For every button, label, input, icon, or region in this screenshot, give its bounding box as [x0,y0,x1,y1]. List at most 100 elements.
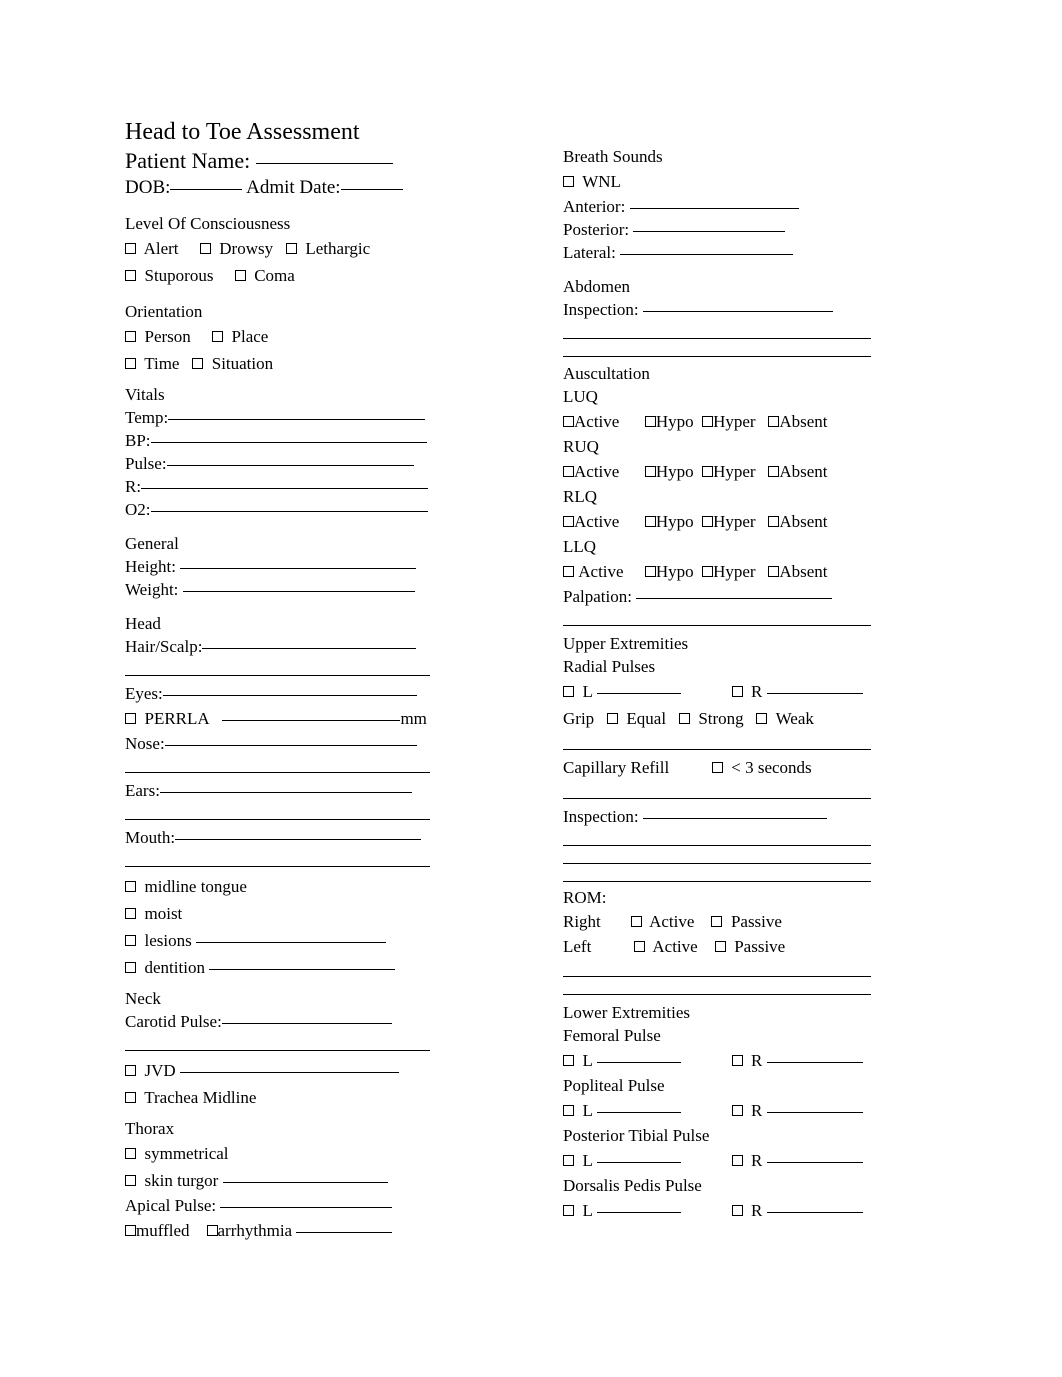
checkbox-posterior-tibial-left[interactable] [563,1155,574,1166]
checkbox-rlq-hyper[interactable] [702,516,714,527]
anterior-input[interactable] [629,208,799,209]
temp-input[interactable] [168,419,426,420]
checkbox-femoral-right[interactable] [731,1055,743,1066]
checkbox-time[interactable] [125,358,136,369]
dorsalis-pedis-left-input[interactable] [596,1212,681,1213]
patient-name-input[interactable] [255,163,393,164]
apical-pulse-input[interactable] [220,1207,393,1208]
popliteal-right-input[interactable] [766,1112,863,1113]
checkbox-ruq-absent[interactable] [768,466,780,477]
ears-input[interactable] [159,792,412,793]
checkbox-jvd[interactable] [125,1065,136,1076]
femoral-right-input[interactable] [766,1062,863,1063]
checkbox-trachea-midline[interactable] [125,1092,136,1103]
pulse-input[interactable] [166,465,414,466]
radial-pulse-right-input[interactable] [766,693,863,694]
hair-scalp-input[interactable] [202,648,417,649]
checkbox-grip-strong[interactable] [678,713,690,724]
checkbox-alert[interactable] [125,243,136,254]
label-jvd: JVD [144,1061,176,1080]
o2-label: O2: [125,500,151,519]
jvd-input[interactable] [179,1072,399,1073]
checkbox-dorsalis-pedis-left[interactable] [563,1205,574,1216]
posterior-tibial-right-input[interactable] [766,1162,863,1163]
lateral-input[interactable] [620,254,794,255]
arrhythmia-input[interactable] [296,1232,393,1233]
checkbox-lesions[interactable] [125,935,136,946]
carotid-pulse-input[interactable] [221,1023,392,1024]
checkbox-wnl[interactable] [563,176,574,187]
weight-input[interactable] [182,591,415,592]
checkbox-rlq-absent[interactable] [768,516,780,527]
checkbox-radial-pulse-left[interactable] [563,686,574,697]
admit-date-label: Admit Date: [246,177,341,198]
label-luq-hyper: Hyper [713,412,756,431]
checkbox-moist[interactable] [125,908,136,919]
checkbox-midline-tongue[interactable] [125,881,136,892]
mouth-input[interactable] [175,839,422,840]
checkbox-perrla[interactable] [125,713,136,724]
checkbox-drowsy[interactable] [199,243,211,254]
checkbox-symmetrical[interactable] [125,1148,136,1159]
checkbox-situation[interactable] [192,358,204,369]
checkbox-ruq-hypo[interactable] [644,466,656,477]
nose-input[interactable] [164,745,417,746]
checkbox-stuporous[interactable] [125,270,136,281]
checkbox-capillary-refill[interactable] [711,762,723,773]
checkbox-llq-hypo[interactable] [644,566,656,577]
ue-inspection-input[interactable] [642,818,827,819]
checkbox-llq-hyper[interactable] [702,566,714,577]
radial-pulse-left-input[interactable] [596,693,681,694]
checkbox-rom-right-active[interactable] [630,916,642,927]
dentition-input[interactable] [209,969,396,970]
checkbox-muffled[interactable] [125,1225,136,1236]
bp-input[interactable] [150,442,427,443]
perrla-mm-input[interactable] [222,720,401,721]
checkbox-grip-weak[interactable] [756,713,768,724]
o2-input[interactable] [150,511,428,512]
checkbox-arrhythmia[interactable] [206,1225,218,1236]
checkbox-rlq-hypo[interactable] [644,516,656,527]
checkbox-skin-turgor[interactable] [125,1175,136,1186]
ears-label: Ears: [125,781,160,800]
checkbox-coma[interactable] [234,270,246,281]
checkbox-grip-equal[interactable] [606,713,618,724]
femoral-left-input[interactable] [596,1062,681,1063]
checkbox-luq-absent[interactable] [768,416,780,427]
checkbox-luq-active[interactable] [563,416,574,427]
r-input[interactable] [141,488,429,489]
checkbox-rom-left-active[interactable] [633,941,645,952]
checkbox-dorsalis-pedis-right[interactable] [731,1205,743,1216]
checkbox-radial-pulse-right[interactable] [731,686,743,697]
checkbox-rlq-active[interactable] [563,516,574,527]
checkbox-lethargic[interactable] [285,243,297,254]
checkbox-posterior-tibial-right[interactable] [731,1155,743,1166]
abdomen-inspection-input[interactable] [642,311,833,312]
checkbox-dentition[interactable] [125,962,136,973]
checkbox-place[interactable] [212,331,224,342]
height-input[interactable] [180,568,417,569]
checkbox-luq-hypo[interactable] [644,416,656,427]
lesions-input[interactable] [195,942,386,943]
popliteal-left-input[interactable] [596,1112,681,1113]
label-trachea-midline: Trachea Midline [144,1088,257,1107]
checkbox-ruq-hyper[interactable] [702,466,714,477]
posterior-input[interactable] [633,231,786,232]
checkbox-luq-hyper[interactable] [702,416,714,427]
checkbox-popliteal-right[interactable] [731,1105,743,1116]
dorsalis-pedis-right-input[interactable] [766,1212,863,1213]
checkbox-rom-left-passive[interactable] [714,941,726,952]
checkbox-rom-right-passive[interactable] [711,916,723,927]
admit-date-input[interactable] [340,189,403,190]
posterior-tibial-left-input[interactable] [596,1162,681,1163]
checkbox-person[interactable] [125,331,136,342]
palpation-input[interactable] [636,598,833,599]
dob-input[interactable] [170,189,243,190]
checkbox-llq-absent[interactable] [768,566,780,577]
checkbox-femoral-left[interactable] [563,1055,574,1066]
eyes-input[interactable] [162,695,417,696]
checkbox-ruq-active[interactable] [563,466,574,477]
skin-turgor-input[interactable] [222,1182,388,1183]
checkbox-llq-active[interactable] [563,566,574,577]
checkbox-popliteal-left[interactable] [563,1105,574,1116]
